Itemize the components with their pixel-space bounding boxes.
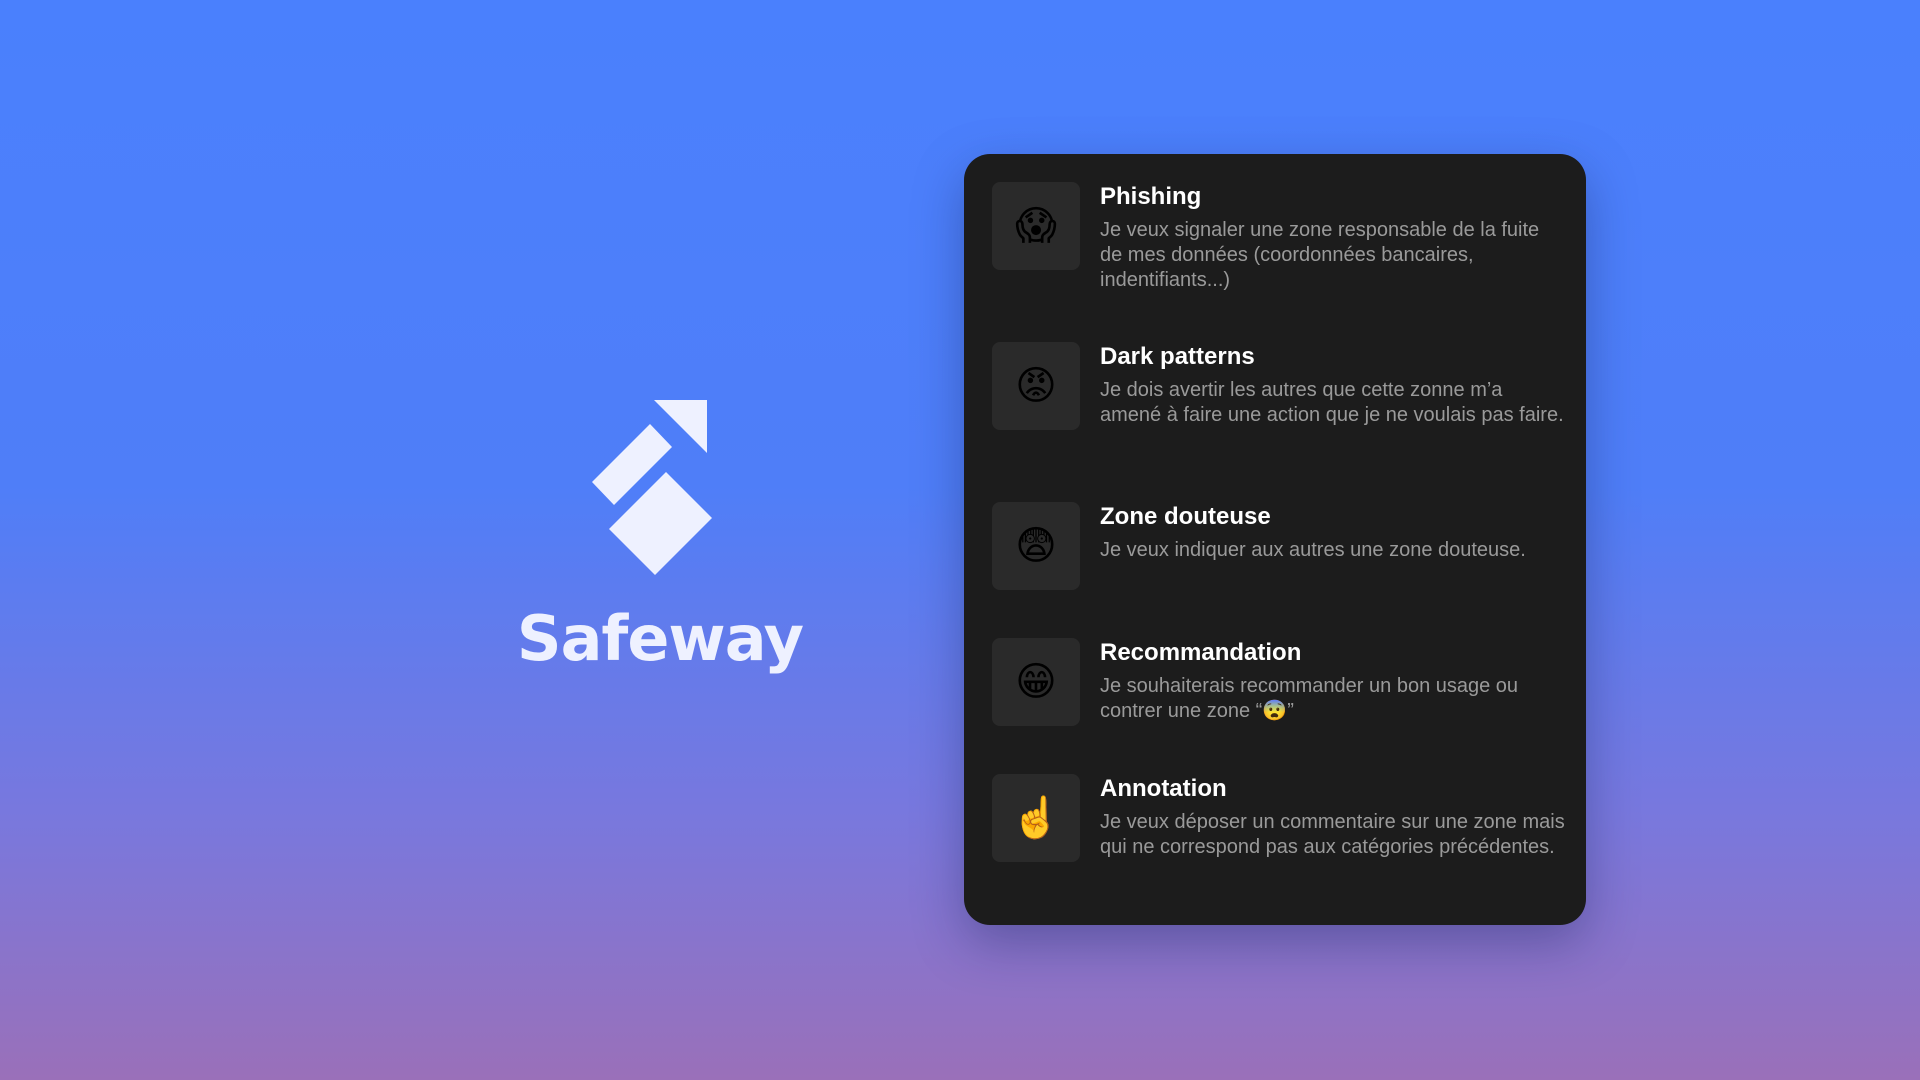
report-category-panel: 😱 Phishing Je veux signaler une zone res… xyxy=(964,154,1586,925)
safeway-logo-icon xyxy=(592,400,712,575)
option-description: Je veux déposer un commentaire sur une z… xyxy=(1100,811,1565,858)
option-title: Annotation xyxy=(1100,775,1227,802)
index-pointing-up-icon: ☝️ xyxy=(992,774,1080,862)
option-title: Recommandation xyxy=(1100,639,1302,666)
brand-block: Safeway xyxy=(500,400,820,690)
option-description: Je souhaiterais recommander un bon usage… xyxy=(1100,675,1519,722)
option-title: Zone douteuse xyxy=(1100,503,1271,530)
face-screaming-in-fear-icon: 😱 xyxy=(992,182,1080,270)
grinning-face-icon: 😁 xyxy=(992,638,1080,726)
angry-face-icon: 😡 xyxy=(992,342,1080,430)
option-title: Dark patterns xyxy=(1100,343,1255,370)
anxious-face-icon: 😨 xyxy=(992,502,1080,590)
option-title: Phishing xyxy=(1100,183,1202,210)
brand-name: Safeway xyxy=(516,602,804,675)
option-description: Je veux signaler une zone responsable de… xyxy=(1100,219,1540,291)
option-description: Je dois avertir les autres que cette zon… xyxy=(1100,379,1564,426)
option-description: Je veux indiquer aux autres une zone dou… xyxy=(1100,539,1526,561)
